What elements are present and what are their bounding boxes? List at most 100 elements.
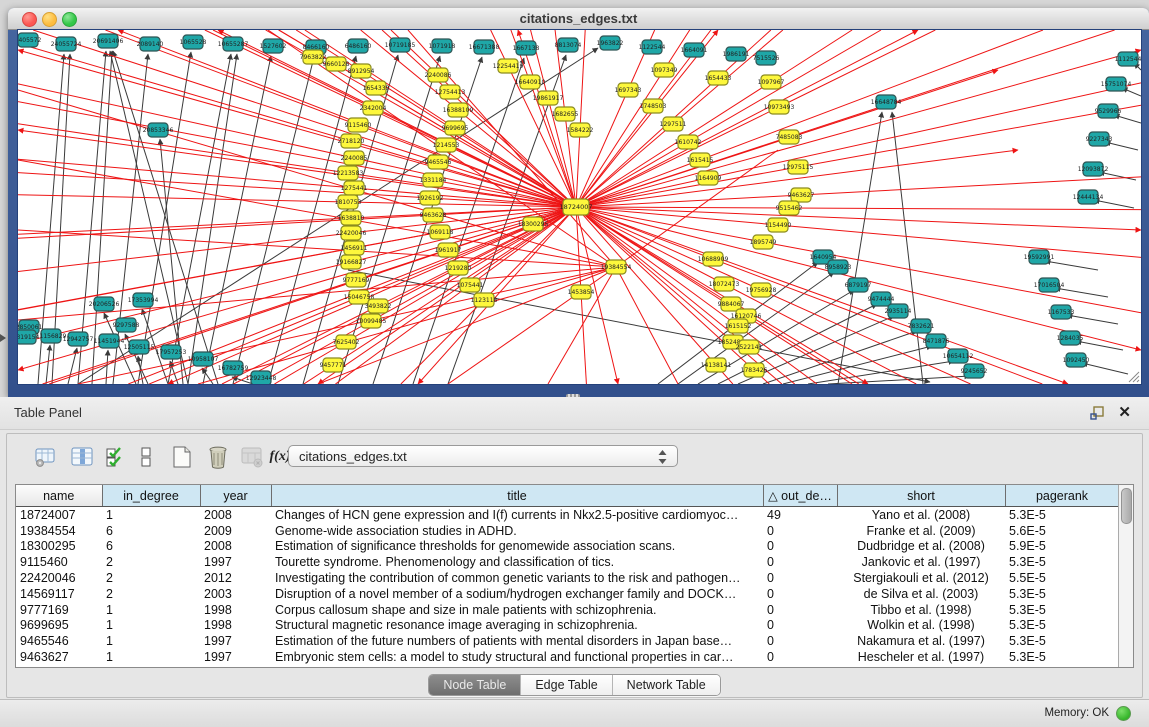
table-row[interactable]: 911546021997Tourette syndrome. Phenomeno… [16, 554, 1119, 570]
unselect-all-icon[interactable] [131, 442, 161, 472]
svg-text:19756928: 19756928 [746, 287, 777, 294]
table-scrollbar[interactable] [1118, 485, 1133, 667]
tab-node-table[interactable]: Node Table [429, 675, 520, 695]
svg-text:10688909: 10688909 [698, 256, 729, 263]
svg-text:1895749: 1895749 [750, 239, 777, 246]
float-window-icon[interactable] [1089, 405, 1105, 421]
svg-text:9463628: 9463628 [420, 212, 447, 219]
svg-text:1122544: 1122544 [639, 44, 666, 51]
table-row[interactable]: 1938455462009Genome-wide association stu… [16, 523, 1119, 539]
svg-text:9245652: 9245652 [961, 368, 988, 375]
table-row[interactable]: 977716911998Corpus callosum shape and si… [16, 602, 1119, 618]
show-columns-icon[interactable] [67, 442, 97, 472]
tab-network-table[interactable]: Network Table [612, 675, 720, 695]
svg-text:8958923: 8958923 [825, 264, 852, 271]
svg-text:10654112: 10654112 [943, 353, 974, 360]
select-all-icon[interactable] [101, 442, 131, 472]
svg-text:1527602: 1527602 [260, 43, 287, 50]
table-selector-value: citations_edges.txt [299, 449, 407, 464]
citation-network-graph[interactable]: 2405572240557242069140620891401065528106… [18, 30, 1141, 384]
svg-text:1664091: 1664091 [681, 47, 708, 54]
svg-text:2935114: 2935114 [885, 308, 912, 315]
svg-text:1654339: 1654339 [363, 85, 390, 92]
svg-text:17957253: 17957253 [156, 349, 187, 356]
column-header-in_degree[interactable]: in_degree [102, 485, 200, 507]
svg-text:1963822: 1963822 [597, 40, 624, 47]
svg-text:12213583: 12213583 [333, 170, 364, 177]
svg-text:1275441: 1275441 [341, 185, 368, 192]
svg-text:1297511: 1297511 [660, 121, 687, 128]
memory-status-label: Memory: OK [1044, 707, 1109, 719]
svg-text:12923448: 12923448 [246, 375, 277, 382]
table-row[interactable]: 1830029562008Estimation of significance … [16, 539, 1119, 555]
svg-text:9115460: 9115460 [345, 122, 372, 129]
svg-text:9699695: 9699695 [442, 125, 469, 132]
table-row[interactable]: 946362711997Embryonic stem cells: a mode… [16, 649, 1119, 665]
svg-text:10973493: 10973493 [764, 104, 795, 111]
canvas-resize-grip[interactable] [1126, 369, 1140, 383]
column-header-name[interactable]: name [16, 485, 102, 507]
svg-text:18300295: 18300295 [518, 221, 549, 228]
svg-text:9227343: 9227343 [1086, 136, 1113, 143]
memory-ok-indicator[interactable] [1116, 706, 1131, 721]
svg-text:16671388: 16671388 [469, 44, 500, 51]
column-header-title[interactable]: title [271, 485, 763, 507]
network-canvas[interactable]: 2405572240557242069140620891401065528106… [17, 29, 1142, 385]
svg-text:1697343: 1697343 [615, 87, 642, 94]
node-attribute-table[interactable]: namein_degreeyeartitle△ out_de…shortpage… [15, 484, 1134, 668]
table-row[interactable]: 2242004622012Investigating the contribut… [16, 570, 1119, 586]
delete-icon[interactable] [203, 442, 233, 472]
table-scrollbar-thumb[interactable] [1121, 488, 1132, 524]
svg-text:9529966: 9529966 [1095, 108, 1122, 115]
svg-text:1667138: 1667138 [513, 45, 540, 52]
svg-text:9474444: 9474444 [868, 296, 895, 303]
svg-text:16782759: 16782759 [218, 365, 249, 372]
svg-text:2522141: 2522141 [736, 344, 763, 351]
column-header-pagerank[interactable]: pagerank [1005, 485, 1119, 507]
svg-text:9884067: 9884067 [718, 301, 745, 308]
svg-text:2342004: 2342004 [360, 105, 387, 112]
table-row[interactable]: 1872400712008Changes of HCN gene express… [16, 507, 1119, 523]
svg-text:9660128: 9660128 [323, 61, 350, 68]
svg-text:20206526: 20206526 [89, 301, 120, 308]
table-row[interactable]: 1456911722003Disruption of a novel membe… [16, 586, 1119, 602]
svg-text:1610742: 1610742 [675, 139, 702, 146]
svg-text:6879197: 6879197 [845, 282, 872, 289]
svg-text:2405572: 2405572 [18, 37, 42, 44]
svg-text:1615152: 1615152 [725, 323, 752, 330]
table-panel-title: Table Panel [14, 405, 82, 420]
svg-text:18072473: 18072473 [709, 281, 740, 288]
svg-text:1097967: 1097967 [758, 79, 785, 86]
svg-text:8471876: 8471876 [923, 338, 950, 345]
svg-text:19861917: 19861917 [533, 95, 564, 102]
tab-edge-table[interactable]: Edge Table [520, 675, 611, 695]
svg-text:9515462: 9515462 [776, 205, 803, 212]
table-row[interactable]: 969969511998Structural magnetic resonanc… [16, 618, 1119, 634]
svg-text:1284035: 1284035 [1057, 335, 1084, 342]
svg-text:20691406: 20691406 [93, 38, 124, 45]
column-header-short[interactable]: short [837, 485, 1005, 507]
column-header-out_degree[interactable]: △ out_de… [763, 485, 837, 507]
svg-text:6486160: 6486160 [345, 43, 372, 50]
svg-text:1584222: 1584222 [567, 127, 594, 134]
svg-text:3493822: 3493822 [365, 303, 392, 310]
svg-text:1453854: 1453854 [568, 289, 595, 296]
svg-text:8813074: 8813074 [555, 42, 582, 49]
table-settings-icon[interactable] [31, 442, 61, 472]
window-titlebar[interactable]: citations_edges.txt [8, 8, 1149, 30]
svg-text:1783426: 1783426 [741, 367, 768, 374]
new-document-icon[interactable] [167, 442, 197, 472]
close-panel-icon[interactable]: ✕ [1118, 403, 1131, 421]
network-window: citations_edges.txt 2405572 24055724 20691… [8, 8, 1149, 397]
svg-text:20853346: 20853346 [143, 127, 174, 134]
column-header-year[interactable]: year [200, 485, 271, 507]
svg-text:1748503: 1748503 [640, 103, 667, 110]
table-row[interactable]: 946554611997Estimation of the future num… [16, 633, 1119, 649]
svg-text:1615415: 1615415 [687, 157, 714, 164]
svg-text:12444134: 12444134 [1073, 194, 1104, 201]
svg-text:10099485: 10099485 [356, 318, 387, 325]
table-selector-dropdown[interactable]: citations_edges.txt [288, 445, 678, 467]
svg-text:24055724: 24055724 [51, 41, 82, 48]
svg-text:9297588: 9297588 [113, 322, 140, 329]
svg-text:8912954: 8912954 [348, 68, 375, 75]
